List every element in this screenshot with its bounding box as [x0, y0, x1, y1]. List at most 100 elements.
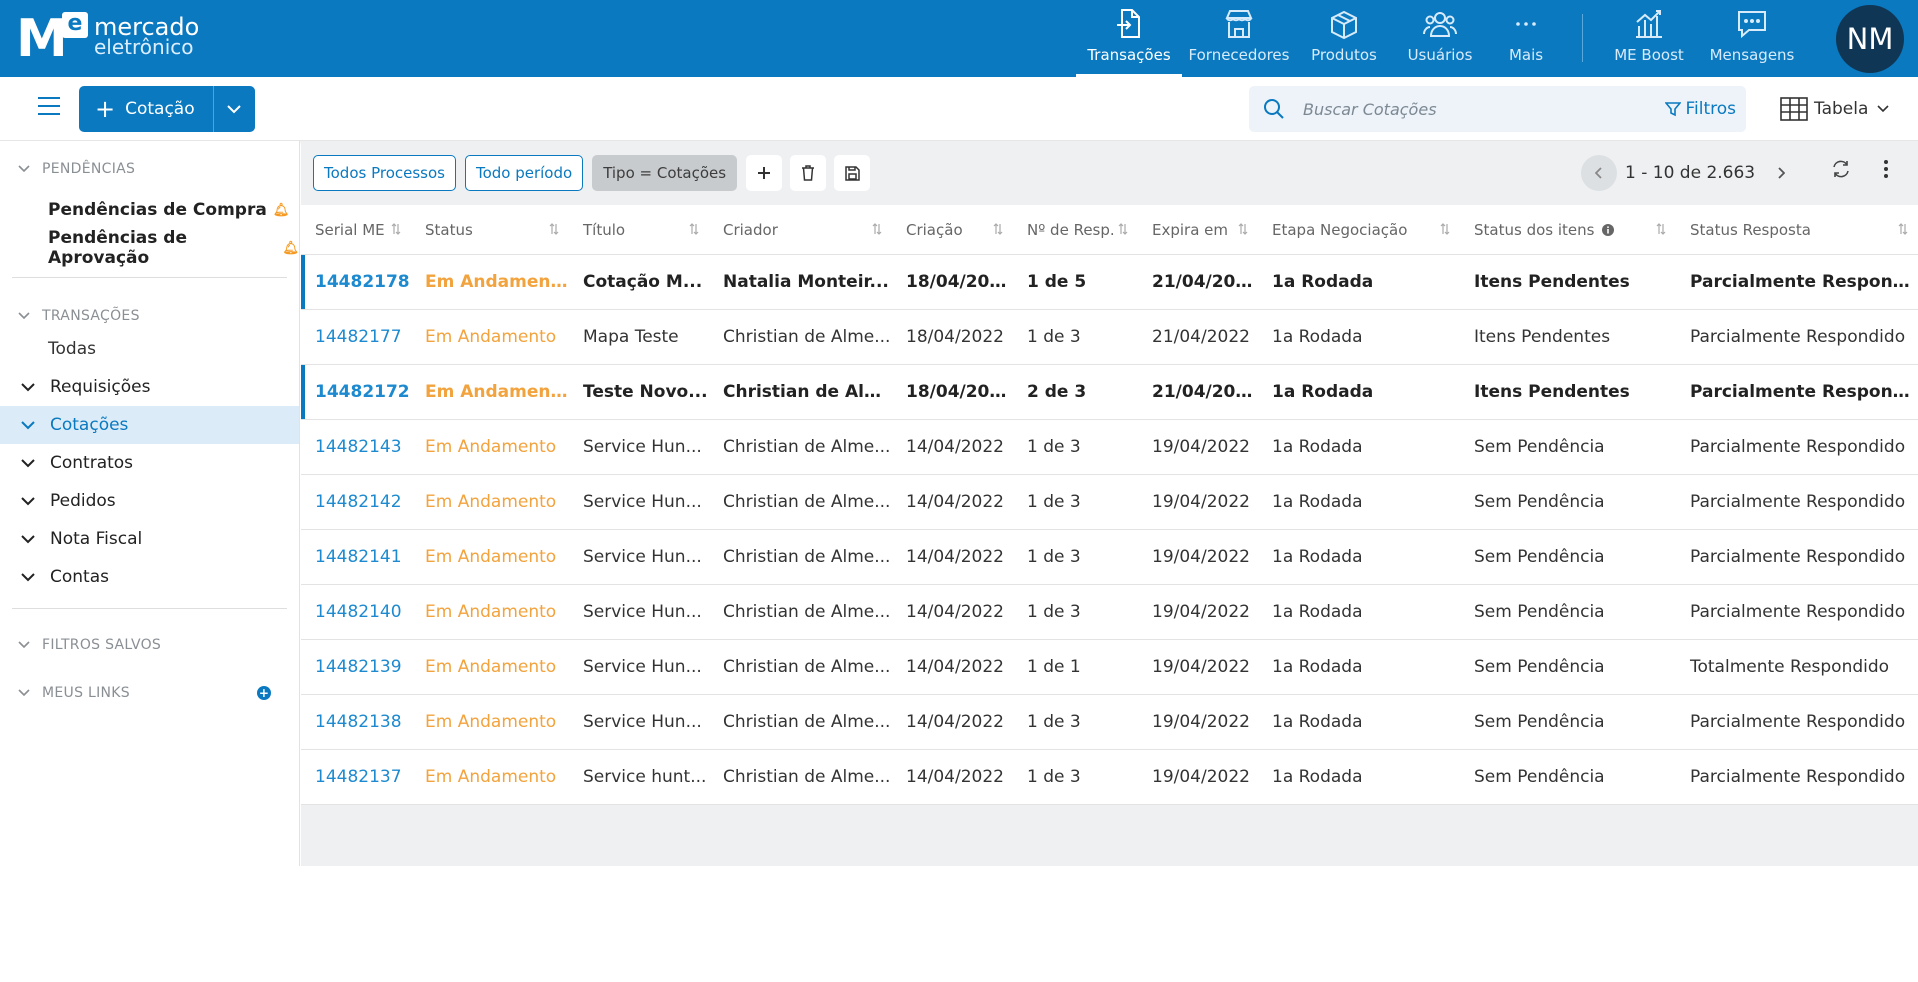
- table-row[interactable]: 14482172 Em Andamento Teste Novo... Christi…: [301, 365, 1918, 420]
- refresh-button[interactable]: [1831, 159, 1851, 183]
- sort-icon[interactable]: [1118, 222, 1128, 235]
- table-row[interactable]: 14482139 Em Andamento Service Hun... Christ…: [301, 640, 1918, 695]
- cell-status: Em Andamento: [425, 272, 569, 292]
- cell-serial[interactable]: 14482178: [301, 272, 411, 292]
- filters-label: Filtros: [1685, 99, 1736, 119]
- chip-processos[interactable]: Todos Processos: [313, 155, 456, 191]
- sidebar-item-contratos[interactable]: Contratos: [0, 444, 299, 482]
- more-options-button[interactable]: [1883, 159, 1889, 183]
- info-icon[interactable]: [1602, 223, 1615, 236]
- sort-icon[interactable]: [549, 222, 559, 235]
- nav-usuarios[interactable]: Usuários: [1392, 0, 1488, 77]
- cell-status-itens: Sem Pendência: [1474, 437, 1605, 457]
- cell-serial[interactable]: 14482141: [301, 547, 411, 567]
- table-row[interactable]: 14482141 Em Andamento Service Hun... Christ…: [301, 530, 1918, 585]
- prev-page-button[interactable]: [1581, 155, 1617, 191]
- nav-produtos[interactable]: Produtos: [1296, 0, 1392, 77]
- new-options-dropdown[interactable]: [212, 86, 255, 132]
- cell-serial[interactable]: 14482139: [301, 657, 411, 677]
- menu-icon[interactable]: [38, 97, 60, 115]
- sidebar-item-pedidos[interactable]: Pedidos: [0, 482, 299, 520]
- section-transacoes[interactable]: TRANSAÇÕES: [0, 302, 299, 330]
- cell-serial[interactable]: 14482177: [301, 327, 411, 347]
- cell-serial[interactable]: 14482143: [301, 437, 411, 457]
- table-row[interactable]: 14482140 Em Andamento Service Hun... Christ…: [301, 585, 1918, 640]
- cell-status: Em Andamento: [425, 327, 557, 347]
- section-meus-links[interactable]: MEUS LINKS +: [0, 679, 299, 707]
- table-row[interactable]: 14482178 Em Andamento Cotação M... Natalia …: [301, 255, 1918, 310]
- col-status-resposta-header[interactable]: Status Resposta: [1676, 205, 1918, 255]
- sort-icon[interactable]: [1440, 222, 1450, 235]
- cell-serial[interactable]: 14482137: [301, 767, 411, 787]
- filters-button[interactable]: Filtros: [1665, 99, 1736, 119]
- sidebar-item-pendencias-compra[interactable]: Pendências de Compra 🔔︎: [0, 191, 299, 229]
- table-row[interactable]: 14482143 Em Andamento Service Hun... Christ…: [301, 420, 1918, 475]
- new-quotation-button[interactable]: + Cotação: [79, 86, 213, 132]
- add-link-icon[interactable]: +: [257, 686, 271, 700]
- table-row[interactable]: 14482177 Em Andamento Mapa Teste Christian …: [301, 310, 1918, 365]
- add-filter-button[interactable]: [746, 155, 783, 191]
- sort-icon[interactable]: [1656, 222, 1666, 235]
- col-serial-header[interactable]: Serial ME: [301, 205, 411, 255]
- nav-mensagens[interactable]: Mensagens: [1697, 0, 1807, 77]
- sidebar-item-contas[interactable]: Contas: [0, 558, 299, 596]
- cell-criador: Christian de Alme...: [723, 712, 891, 732]
- sort-icon[interactable]: [689, 222, 699, 235]
- logo-mark: M e: [16, 12, 88, 65]
- cell-status-itens: Sem Pendência: [1474, 492, 1605, 512]
- sidebar-item-todas[interactable]: Todas: [0, 330, 299, 368]
- chip-tipo[interactable]: Tipo = Cotações: [592, 155, 738, 191]
- cell-expira: 21/04/2022: [1152, 382, 1258, 402]
- cell-criador: Christian de Alme...: [723, 602, 891, 622]
- sort-icon[interactable]: [391, 222, 401, 235]
- table-row[interactable]: 14482138 Em Andamento Service Hun... Christ…: [301, 695, 1918, 750]
- search-input[interactable]: [1303, 99, 1643, 119]
- cell-etapa: 1a Rodada: [1272, 602, 1363, 622]
- table-row[interactable]: 14482137 Em Andamento Service hunt... Chris…: [301, 750, 1918, 805]
- nav-me-boost[interactable]: ME Boost: [1601, 0, 1697, 77]
- col-status-header[interactable]: Status: [411, 205, 569, 255]
- col-expira-header[interactable]: Expira em: [1138, 205, 1258, 255]
- sort-icon[interactable]: [1898, 222, 1908, 235]
- bell-icon: 🔔︎: [282, 240, 299, 256]
- cell-serial[interactable]: 14482172: [301, 382, 411, 402]
- nav-transacoes[interactable]: Transações: [1076, 0, 1182, 77]
- section-filtros-salvos[interactable]: FILTROS SALVOS: [0, 631, 299, 659]
- logo[interactable]: M e mercado eletrônico: [16, 12, 199, 66]
- cell-serial[interactable]: 14482140: [301, 602, 411, 622]
- next-page-button[interactable]: [1763, 155, 1799, 191]
- cell-etapa: 1a Rodada: [1272, 767, 1363, 787]
- col-resp-header[interactable]: Nº de Resp.: [1013, 205, 1138, 255]
- chevron-down-icon: [227, 105, 241, 114]
- sidebar-item-pendencias-aprovacao[interactable]: Pendências de Aprovação 🔔︎: [0, 228, 299, 268]
- cell-status-itens: Sem Pendência: [1474, 712, 1605, 732]
- col-etapa-header[interactable]: Etapa Negociação: [1258, 205, 1460, 255]
- section-pendencias[interactable]: PENDÊNCIAS: [0, 155, 299, 183]
- cell-criador: Christian de Alme...: [723, 327, 891, 347]
- avatar[interactable]: NM: [1836, 5, 1904, 73]
- cell-etapa: 1a Rodada: [1272, 382, 1374, 402]
- kebab-icon: [1884, 160, 1888, 178]
- clear-filters-button[interactable]: [790, 155, 827, 191]
- sort-icon[interactable]: [872, 222, 882, 235]
- save-filter-button[interactable]: [834, 155, 871, 191]
- table-row[interactable]: 14482142 Em Andamento Service Hun... Christ…: [301, 475, 1918, 530]
- cell-expira: 21/04/2022: [1152, 327, 1250, 347]
- cell-status-resposta: Parcialmente Respondido: [1690, 602, 1906, 622]
- cell-resp: 1 de 1: [1027, 657, 1081, 677]
- col-criador-header[interactable]: Criador: [709, 205, 892, 255]
- view-selector[interactable]: Tabela: [1780, 97, 1890, 121]
- cell-serial[interactable]: 14482138: [301, 712, 411, 732]
- sidebar-item-requisicoes[interactable]: Requisições: [0, 368, 299, 406]
- col-criacao-header[interactable]: Criação: [892, 205, 1013, 255]
- chip-periodo[interactable]: Todo período: [464, 155, 584, 191]
- sort-icon[interactable]: [993, 222, 1003, 235]
- col-titulo-header[interactable]: Título: [569, 205, 709, 255]
- sidebar-item-cotacoes[interactable]: Cotações: [0, 406, 299, 444]
- cell-serial[interactable]: 14482142: [301, 492, 411, 512]
- col-status-itens-header[interactable]: Status dos itens: [1460, 205, 1676, 255]
- nav-fornecedores[interactable]: Fornecedores: [1182, 0, 1296, 77]
- sort-icon[interactable]: [1238, 222, 1248, 235]
- nav-mais[interactable]: Mais: [1488, 0, 1564, 77]
- sidebar-item-nota-fiscal[interactable]: Nota Fiscal: [0, 520, 299, 558]
